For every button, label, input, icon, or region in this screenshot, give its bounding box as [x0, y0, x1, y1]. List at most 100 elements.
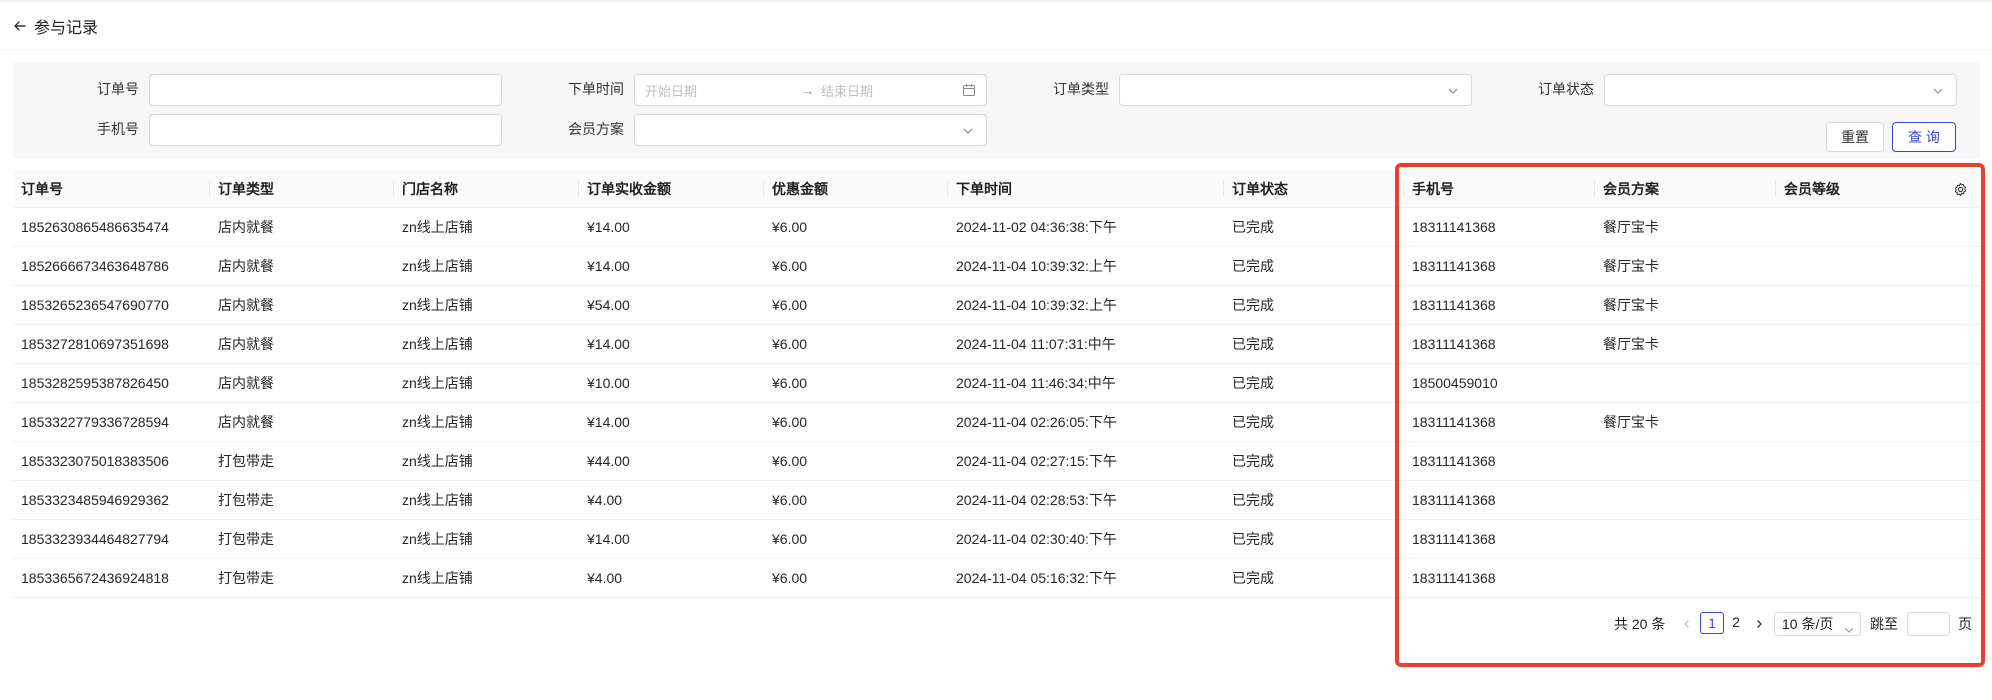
cell-phone: 18311141368	[1412, 531, 1496, 547]
chevron-right-icon[interactable]	[1752, 614, 1766, 634]
member-plan-label: 会员方案	[568, 121, 624, 137]
cell-store-name: zn线上店铺	[402, 453, 473, 469]
cell-order-type: 打包带走	[218, 492, 274, 508]
jump-label: 跳至	[1870, 616, 1898, 632]
reset-button[interactable]: 重置	[1826, 122, 1884, 152]
cell-discount-amount: ¥6.00	[772, 492, 808, 508]
table-row: 1853322779336728594 店内就餐 zn线上店铺 ¥14.00 ¥6.00…	[13, 403, 1980, 442]
cell-order-time: 2024-11-04 02:27:15:下午	[956, 453, 1117, 469]
cell-order-status: 已完成	[1232, 570, 1274, 586]
cell-received-amount: ¥10.00	[587, 375, 630, 391]
cell-order-type: 打包带走	[218, 570, 274, 586]
cell-order-time: 2024-11-04 10:39:32:上午	[956, 297, 1117, 313]
cell-order-no: 1853272810697351698	[21, 336, 169, 352]
cell-order-no: 1853265236547690770	[21, 297, 169, 313]
column-header-order-no: 订单号	[13, 170, 210, 208]
cell-store-name: zn线上店铺	[402, 570, 473, 586]
cell-phone: 18311141368	[1412, 219, 1496, 235]
cell-phone: 18311141368	[1412, 453, 1496, 469]
cell-order-type: 店内就餐	[218, 414, 274, 430]
query-button[interactable]: 查 询	[1892, 122, 1956, 152]
cell-discount-amount: ¥6.00	[772, 453, 808, 469]
cell-order-type: 店内就餐	[218, 219, 274, 235]
table-row: 1853323485946929362 打包带走 zn线上店铺 ¥4.00 ¥6.00 2…	[13, 481, 1980, 520]
pagination-page-1[interactable]: 1	[1700, 612, 1724, 634]
column-header-store-name: 门店名称	[394, 170, 579, 208]
cell-discount-amount: ¥6.00	[772, 375, 808, 391]
cell-order-no: 1853282595387826450	[21, 375, 169, 391]
jump-page-input[interactable]	[1907, 612, 1950, 636]
cell-order-time: 2024-11-04 02:30:40:下午	[956, 531, 1117, 547]
table-body: 1852630865486635474 店内就餐 zn线上店铺 ¥14.00 ¥6.00…	[13, 208, 1980, 598]
page-size-select[interactable]: 10 条/页	[1774, 612, 1861, 636]
back-arrow-icon[interactable]	[12, 18, 28, 34]
table-row: 1853323934464827794 打包带走 zn线上店铺 ¥14.00 ¥6.00…	[13, 520, 1980, 559]
settings-icon[interactable]	[1953, 182, 1968, 197]
cell-discount-amount: ¥6.00	[772, 219, 808, 235]
filter-panel: 订单号 下单时间 开始日期 → 结束日期 订单类型 订单状态 手机号 会员方案	[13, 62, 1980, 158]
table-row: 1853365672436924818 打包带走 zn线上店铺 ¥4.00 ¥6.00 2…	[13, 559, 1980, 598]
cell-member-level	[1776, 286, 1980, 325]
table-row: 1853272810697351698 店内就餐 zn线上店铺 ¥14.00 ¥6.00…	[13, 325, 1980, 364]
cell-member-level	[1776, 247, 1980, 286]
order-status-select[interactable]	[1604, 74, 1957, 106]
order-status-label: 订单状态	[1538, 81, 1594, 97]
order-time-range-picker[interactable]: 开始日期 → 结束日期	[634, 74, 987, 106]
chevron-down-icon	[962, 124, 974, 136]
cell-order-no: 1853322779336728594	[21, 414, 169, 430]
calendar-icon[interactable]	[962, 83, 976, 97]
cell-order-type: 店内就餐	[218, 258, 274, 274]
cell-order-no: 1853365672436924818	[21, 570, 169, 586]
table-row: 1853265236547690770 店内就餐 zn线上店铺 ¥54.00 ¥6.00…	[13, 286, 1980, 325]
member-plan-select[interactable]	[634, 114, 987, 146]
phone-input[interactable]	[149, 114, 502, 146]
cell-order-type: 店内就餐	[218, 336, 274, 352]
start-date-placeholder[interactable]: 开始日期	[645, 81, 795, 100]
cell-member-plan: 餐厅宝卡	[1603, 219, 1659, 235]
cell-order-time: 2024-11-04 02:28:53:下午	[956, 492, 1117, 508]
column-header-order-type: 订单类型	[210, 170, 394, 208]
cell-member-level	[1776, 520, 1980, 559]
pagination-page-2[interactable]: 2	[1724, 612, 1748, 634]
cell-discount-amount: ¥6.00	[772, 570, 808, 586]
cell-phone: 18311141368	[1412, 570, 1496, 586]
cell-order-time: 2024-11-04 02:26:05:下午	[956, 414, 1117, 430]
cell-order-no: 1853323934464827794	[21, 531, 169, 547]
cell-received-amount: ¥14.00	[587, 336, 630, 352]
phone-label: 手机号	[97, 121, 139, 137]
table-header: 订单号 订单类型 门店名称 订单实收金额 优惠金额 下单时间 订单状态 手机号 会员方案 会员等级	[13, 170, 1980, 208]
cell-member-plan	[1595, 481, 1776, 520]
order-no-input[interactable]	[149, 74, 502, 106]
cell-order-status: 已完成	[1232, 492, 1274, 508]
cell-order-type: 打包带走	[218, 453, 274, 469]
chevron-left-icon[interactable]	[1680, 614, 1694, 634]
cell-order-type: 店内就餐	[218, 375, 274, 391]
cell-order-time: 2024-11-04 10:39:32:上午	[956, 258, 1117, 274]
order-time-label: 下单时间	[568, 81, 624, 97]
table-row: 1853282595387826450 店内就餐 zn线上店铺 ¥10.00 ¥6.00…	[13, 364, 1980, 403]
cell-order-time: 2024-11-04 11:07:31:中午	[956, 336, 1116, 352]
order-type-select[interactable]	[1119, 74, 1472, 106]
column-header-member-plan: 会员方案	[1595, 170, 1776, 208]
cell-discount-amount: ¥6.00	[772, 414, 808, 430]
cell-phone: 18311141368	[1412, 297, 1496, 313]
page-size-value: 10 条/页	[1782, 616, 1834, 632]
cell-member-plan	[1595, 364, 1776, 403]
table-row: 1852630865486635474 店内就餐 zn线上店铺 ¥14.00 ¥6.00…	[13, 208, 1980, 247]
cell-order-status: 已完成	[1232, 336, 1274, 352]
chevron-down-icon	[1844, 619, 1854, 633]
cell-member-level	[1776, 325, 1980, 364]
cell-member-level	[1776, 208, 1980, 247]
pagination-total: 共 20 条	[1614, 616, 1666, 632]
table-row: 1852666673463648786 店内就餐 zn线上店铺 ¥14.00 ¥6.00…	[13, 247, 1980, 286]
cell-store-name: zn线上店铺	[402, 297, 473, 313]
column-header-received-amount: 订单实收金额	[579, 170, 764, 208]
cell-store-name: zn线上店铺	[402, 258, 473, 274]
cell-order-status: 已完成	[1232, 414, 1274, 430]
column-header-phone: 手机号	[1404, 170, 1595, 208]
cell-discount-amount: ¥6.00	[772, 531, 808, 547]
cell-received-amount: ¥44.00	[587, 453, 630, 469]
cell-order-no: 1853323485946929362	[21, 492, 169, 508]
cell-member-level	[1776, 442, 1980, 481]
end-date-placeholder[interactable]: 结束日期	[821, 81, 951, 100]
